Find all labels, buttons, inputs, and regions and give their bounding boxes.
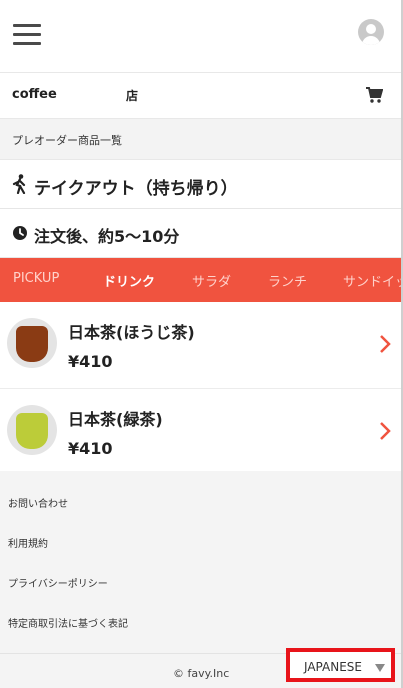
shop-bar: coffee 店	[0, 73, 401, 119]
wait-time-label: 注文後、約5〜10分	[34, 227, 180, 246]
app-frame: coffee 店 プレオーダー商品一覧 テイクアウト（持ち帰り） 注文後、約5〜…	[0, 0, 403, 688]
item-price: ¥410	[68, 439, 113, 458]
item-name: 日本茶(緑茶)	[68, 410, 163, 429]
walking-person-icon	[12, 174, 26, 194]
commercial-law-link[interactable]: 特定商取引法に基づく表記	[8, 615, 128, 630]
tab-lunch[interactable]: ランチ	[268, 271, 307, 290]
dropdown-arrow-icon	[375, 664, 385, 672]
item-price: ¥410	[68, 352, 113, 371]
section-title: プレオーダー商品一覧	[0, 119, 401, 160]
item-name: 日本茶(ほうじ茶)	[68, 323, 195, 342]
tab-sandwich[interactable]: サンドイッ	[343, 271, 401, 290]
chevron-right-icon	[380, 422, 391, 440]
category-tabs: PICKUP ドリンク サラダ ランチ サンドイッ	[0, 258, 401, 302]
green-tea-image	[7, 405, 57, 455]
user-avatar-icon[interactable]	[358, 19, 384, 45]
clock-icon	[13, 226, 27, 240]
section-title-label: プレオーダー商品一覧	[12, 134, 122, 147]
terms-link[interactable]: 利用規約	[8, 535, 48, 550]
shop-name: coffee	[12, 87, 57, 102]
language-select[interactable]: JAPANESE	[286, 648, 395, 682]
order-type-row: テイクアウト（持ち帰り）	[0, 160, 401, 209]
tab-salad[interactable]: サラダ	[192, 271, 231, 290]
hojicha-image	[7, 318, 57, 368]
wait-time-row: 注文後、約5〜10分	[0, 209, 401, 258]
app-header	[0, 0, 401, 73]
copyright: © favy.Inc	[173, 667, 230, 680]
chevron-right-icon	[380, 335, 391, 353]
list-item[interactable]: 日本茶(緑茶) ¥410	[0, 389, 401, 476]
shop-name-suffix: 店	[126, 89, 139, 103]
footer: お問い合わせ 利用規約 プライバシーポリシー 特定商取引法に基づく表記 © fa…	[0, 471, 401, 688]
privacy-policy-link[interactable]: プライバシーポリシー	[8, 575, 108, 590]
tab-drink[interactable]: ドリンク	[103, 271, 155, 290]
language-value: JAPANESE	[304, 660, 362, 674]
tab-pickup[interactable]: PICKUP	[13, 271, 59, 286]
order-type-label: テイクアウト（持ち帰り）	[34, 179, 238, 199]
cart-icon[interactable]	[365, 86, 383, 104]
contact-link[interactable]: お問い合わせ	[8, 495, 68, 510]
list-item[interactable]: 日本茶(ほうじ茶) ¥410	[0, 302, 401, 389]
hamburger-icon[interactable]	[13, 24, 41, 46]
